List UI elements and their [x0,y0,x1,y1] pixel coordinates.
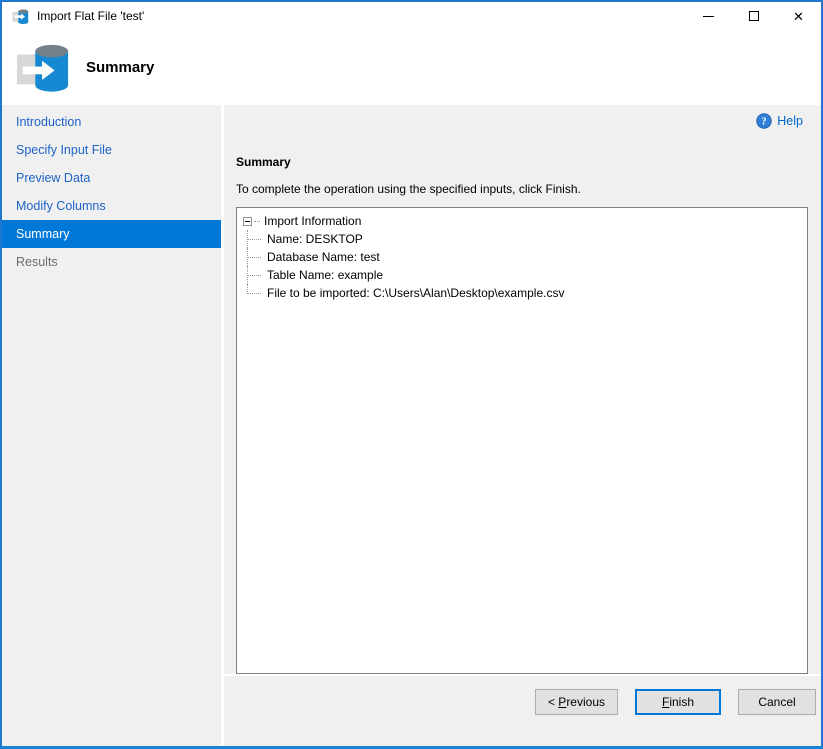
button-bar: < Previous Finish Cancel [224,674,821,727]
import-flat-file-wizard-window: Import Flat File 'test' ✕ Summary [0,0,823,749]
tree-connector [254,221,260,222]
main-area: Introduction Specify Input File Preview … [2,105,821,746]
cancel-button[interactable]: Cancel [738,689,816,715]
tree-item-table-name: Table Name: example [241,266,803,284]
title-bar: Import Flat File 'test' ✕ [2,2,821,30]
tree-item-name: Name: DESKTOP [241,230,803,248]
sidebar-item-introduction[interactable]: Introduction [2,108,221,136]
maximize-icon [749,11,759,21]
maximize-button[interactable] [731,2,776,30]
content-panel: ? Help Summary To complete the operation… [224,105,821,746]
summary-tree-panel: Import Information Name: DESKTOP Databas… [236,207,808,674]
page-title: Summary [86,59,154,76]
tree-children: Name: DESKTOP Database Name: test Table … [241,230,803,302]
previous-button[interactable]: < Previous [535,689,618,715]
content-heading: Summary [236,155,821,169]
close-button[interactable]: ✕ [776,2,821,30]
content-instruction: To complete the operation using the spec… [236,182,821,196]
minimize-button[interactable] [686,2,731,30]
sidebar-item-summary[interactable]: Summary [2,220,221,248]
window-title: Import Flat File 'test' [37,9,144,23]
minimize-icon [703,16,714,17]
close-icon: ✕ [793,10,804,23]
sidebar-item-modify-columns[interactable]: Modify Columns [2,192,221,220]
database-import-icon [12,8,30,25]
help-link[interactable]: ? Help [756,113,803,129]
window-controls: ✕ [686,2,821,30]
tree-item-database-name: Database Name: test [241,248,803,266]
svg-text:?: ? [762,117,767,128]
help-circle-icon: ? [756,113,772,129]
wizard-header: Summary [2,30,821,105]
database-import-icon [16,42,70,94]
sidebar-item-specify-input-file[interactable]: Specify Input File [2,136,221,164]
wizard-steps-sidebar: Introduction Specify Input File Preview … [2,105,224,746]
collapse-expander-icon[interactable] [243,217,252,226]
tree-root-row: Import Information [241,212,803,230]
finish-button[interactable]: Finish [635,689,721,715]
sidebar-item-results: Results [2,248,221,276]
help-label: Help [777,114,803,128]
tree-item-file-to-import: File to be imported: C:\Users\Alan\Deskt… [241,284,803,302]
sidebar-item-preview-data[interactable]: Preview Data [2,164,221,192]
tree-root-label: Import Information [264,214,361,228]
